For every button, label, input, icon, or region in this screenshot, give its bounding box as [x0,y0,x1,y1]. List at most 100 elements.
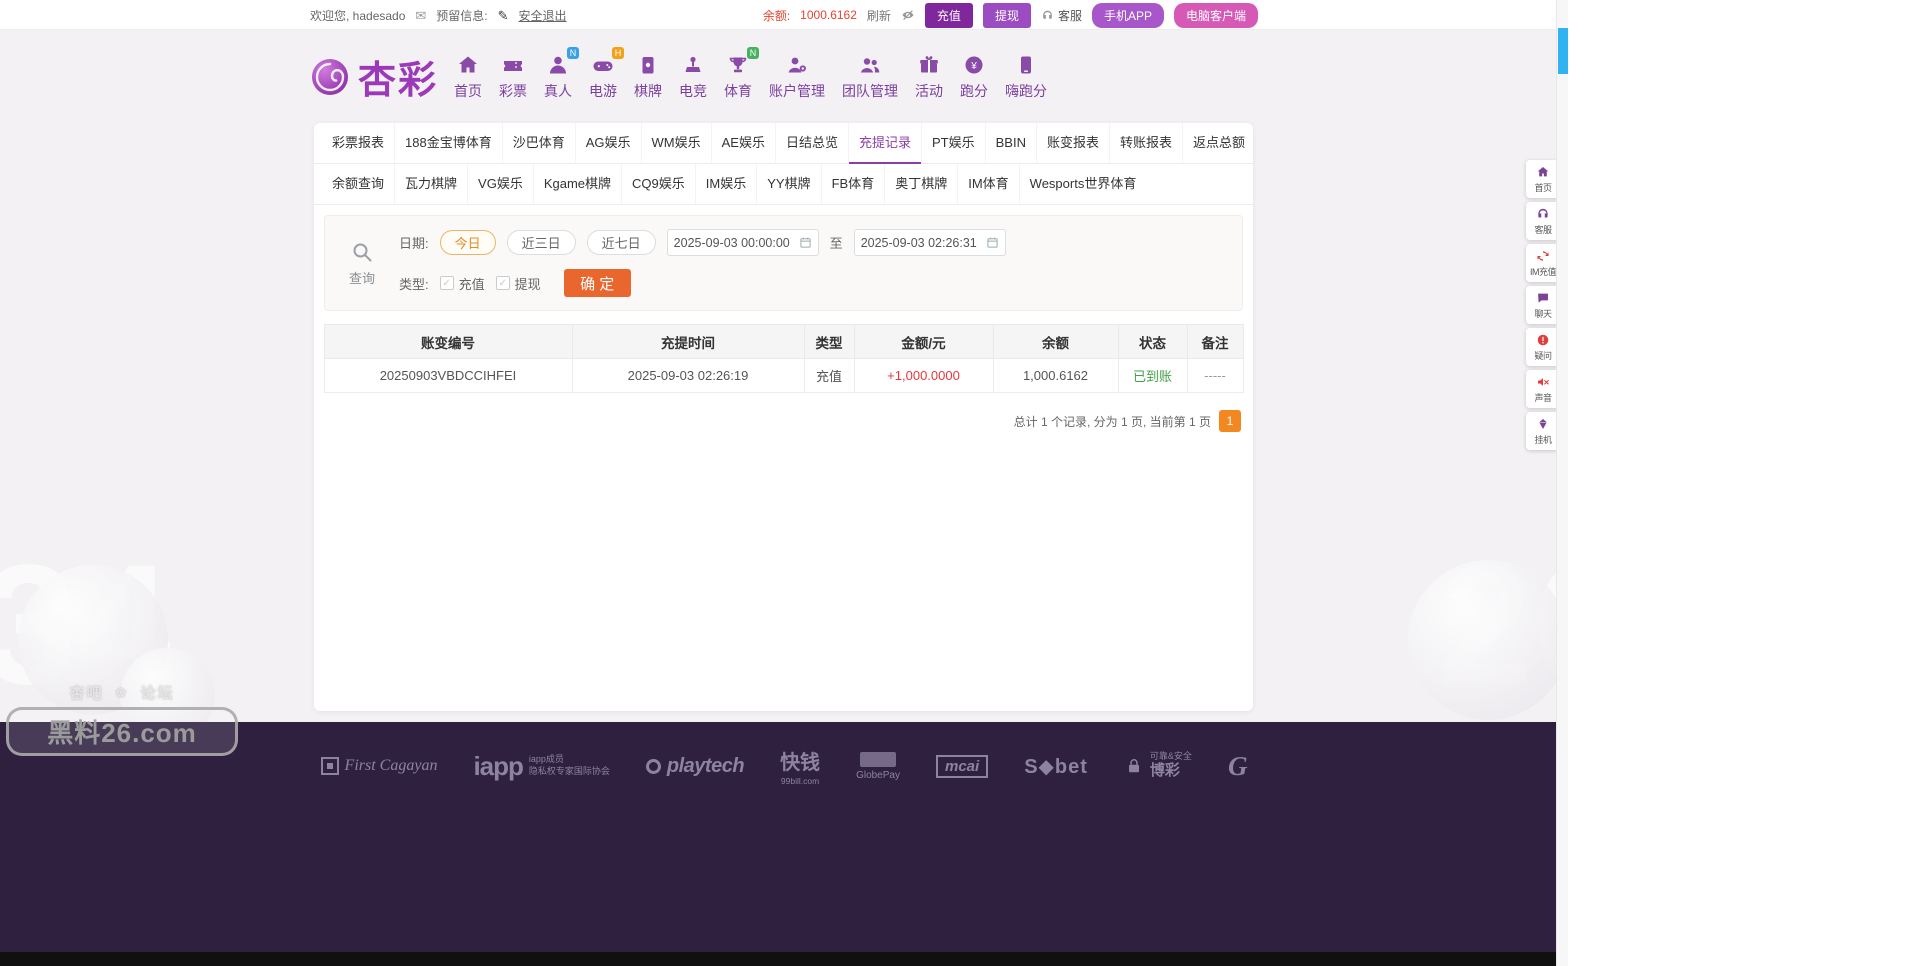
nav-item-paofen[interactable]: ¥ 跑分 [960,52,988,101]
tab-saba-sports[interactable]: 沙巴体育 [501,123,575,163]
col-balance: 余额 [992,324,1119,359]
tab-im[interactable]: IM娱乐 [694,164,756,204]
cell-remark: ----- [1186,358,1244,393]
calendar-icon[interactable] [986,236,999,249]
screen: 34 26 欢迎您, hadesado ✉ 预留信息: ✎ 安全退出 余额: 1… [0,0,1920,966]
welcome-text: 欢迎您, hadesado [310,8,406,23]
nav-item-sports[interactable]: N 体育 [724,47,760,101]
type-withdraw-checkbox[interactable]: ✓ 提现 [495,274,541,293]
nav-item-home[interactable]: 首页 [454,52,482,101]
footer-logo-mcai: mcai [935,754,989,778]
quick-today-button[interactable]: 今日 [439,230,496,255]
tab-lottery-report[interactable]: 彩票报表 [322,123,394,163]
col-type: 类型 [803,324,855,359]
customer-service-link[interactable]: 客服 [1041,7,1082,24]
tab-kgame[interactable]: Kgame棋牌 [532,164,621,204]
tab-wesports[interactable]: Wesports世界体育 [1018,164,1147,204]
footer-logo-iapp: iapp iapp成员 隐私权专家国际协会 [473,750,610,781]
mail-icon[interactable]: ✉ [415,9,426,22]
quick-7days-button[interactable]: 近七日 [586,230,656,255]
float-service-button[interactable]: 客服 [1526,202,1560,240]
tab-fb-sports[interactable]: FB体育 [820,164,885,204]
tab-ae[interactable]: AE娱乐 [710,123,775,163]
float-question-button[interactable]: 疑问 [1526,328,1560,366]
nav-item-chess-cards[interactable]: 棋牌 [634,52,662,101]
tab-ag[interactable]: AG娱乐 [574,123,641,163]
float-sound-button[interactable]: 声音 [1526,370,1560,408]
nav-item-esports[interactable]: 电竞 [679,52,707,101]
search-block: 查询 [325,240,399,287]
tab-odin-chess[interactable]: 奥丁棋牌 [884,164,957,204]
cell-balance: 1,000.6162 [992,358,1119,393]
nav-item-team-management[interactable]: 团队管理 [842,52,898,101]
calendar-icon[interactable] [799,236,812,249]
nav-item-egames[interactable]: H 电游 [589,47,625,101]
tab-wali-chess[interactable]: 瓦力棋牌 [394,164,467,204]
scrollbar-track[interactable] [1556,0,1568,966]
scrollbar-thumb[interactable] [1558,28,1568,74]
tab-wm[interactable]: WM娱乐 [640,123,711,163]
tab-yy-chess[interactable]: YY棋牌 [756,164,820,204]
tab-vg[interactable]: VG娱乐 [467,164,533,204]
tab-188-sports[interactable]: 188金宝博体育 [394,123,502,163]
tab-pt[interactable]: PT娱乐 [921,123,985,163]
home-icon [454,52,482,78]
filter-panel: 查询 日期: 今日 近三日 近七日 2025-09-03 00:00:00 至 … [324,215,1243,311]
nav-item-lottery[interactable]: 彩票 [499,52,527,101]
tab-cq9[interactable]: CQ9娱乐 [621,164,695,204]
tab-rebate-total[interactable]: 返点总额 [1182,123,1253,163]
float-home-button[interactable]: 首页 [1526,160,1560,198]
recharge-button[interactable]: 充值 [924,2,973,28]
logout-link[interactable]: 安全退出 [519,7,567,24]
date-from-input[interactable]: 2025-09-03 00:00:00 [666,229,819,256]
refresh-button[interactable]: 刷新 [867,7,891,24]
page-1-button[interactable]: 1 [1219,410,1241,432]
date-to-input[interactable]: 2025-09-03 02:26:31 [853,229,1006,256]
type-recharge-checkbox[interactable]: ✓ 充值 [439,274,485,293]
checkbox-icon: ✓ [495,276,510,290]
eye-off-icon[interactable] [901,8,915,22]
pc-client-button[interactable]: 电脑客户端 [1173,2,1258,28]
footer-logo-gamcare: G [1227,750,1248,781]
main-nav: 首页 彩票 N 真人 H 电游 棋牌 电竞 N 体育 账户管理 团队管理 活动 … [454,47,1047,101]
tabs-row-1: 彩票报表 188金宝博体育 沙巴体育 AG娱乐 WM娱乐 AE娱乐 日结总览 充… [314,123,1253,164]
balance-value: 1000.6162 [800,8,857,22]
first-cagayan-icon [320,757,339,775]
table-row: 20250903VBDCCIHFEI 2025-09-03 02:26:19 充… [323,358,1244,393]
search-icon [350,240,374,264]
tab-bbin[interactable]: BBIN [984,123,1036,163]
tab-deposit-withdraw-records[interactable]: 充提记录 [848,123,922,164]
tab-transfer-report[interactable]: 转账报表 [1109,123,1182,163]
gamepad-icon: H [589,47,625,78]
pagination: 总计 1 个记录, 分为 1 页, 当前第 1 页 1 [326,410,1241,432]
tab-im-sports[interactable]: IM体育 [957,164,1018,204]
gift-icon [915,52,943,78]
withdraw-button[interactable]: 提现 [982,2,1031,28]
footer-logo-sbet: S◆bet [1024,755,1088,778]
tab-balance-query[interactable]: 余额查询 [322,164,394,204]
float-menu: 首页 客服 IM充值 聊天 疑问 声音 挂机 [1526,160,1560,450]
tab-account-change-report[interactable]: 账变报表 [1035,123,1109,163]
headset-icon [1041,9,1054,22]
bottom-strip [0,952,1568,966]
confirm-button[interactable]: 确 定 [563,269,631,297]
col-account-id: 账变编号 [323,324,573,359]
site-logo[interactable]: 杏彩 [310,49,438,104]
user-gear-icon [783,52,811,78]
lock-icon [1124,756,1144,776]
mobile-app-button[interactable]: 手机APP [1091,2,1164,28]
edit-icon[interactable]: ✎ [498,9,509,22]
flower-logo-icon [310,57,350,97]
tab-daily-summary[interactable]: 日结总览 [774,123,848,163]
float-im-recharge-button[interactable]: IM充值 [1526,244,1560,282]
quick-3days-button[interactable]: 近三日 [506,230,576,255]
nav-item-hi-paofen[interactable]: 嗨跑分 [1005,52,1047,101]
nav-item-live-casino[interactable]: N 真人 [544,47,580,101]
nav-item-account-management[interactable]: 账户管理 [769,52,825,101]
cell-status: 已到账 [1117,358,1188,393]
nav-item-promotions[interactable]: 活动 [915,52,943,101]
checkbox-icon: ✓ [439,276,454,290]
float-chat-button[interactable]: 聊天 [1526,286,1560,324]
cell-type: 充值 [803,358,855,393]
float-afk-button[interactable]: 挂机 [1526,412,1560,450]
